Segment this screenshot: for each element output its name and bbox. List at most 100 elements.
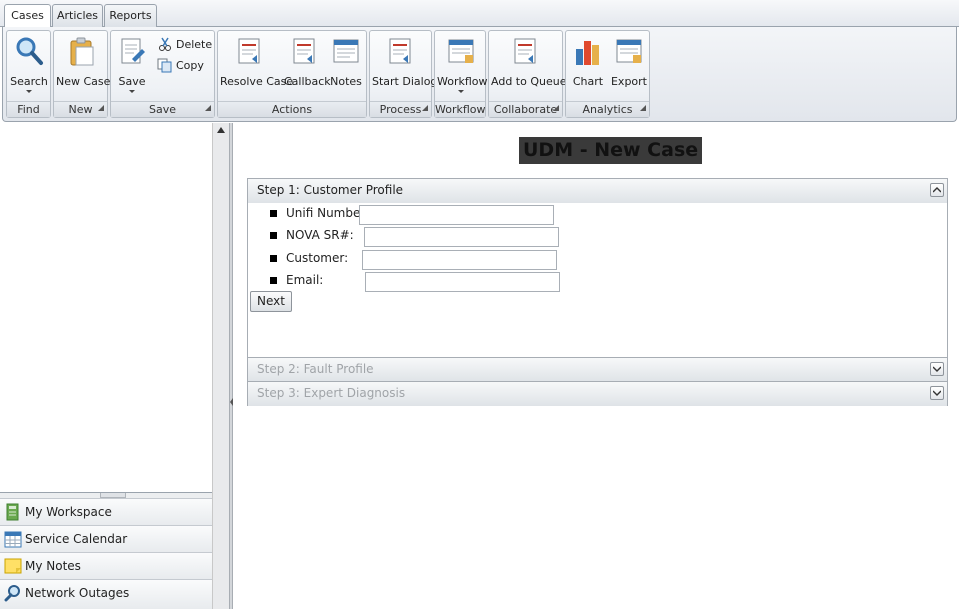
nav-scrollbar[interactable] (212, 123, 229, 609)
copy-button[interactable]: Copy (157, 57, 204, 75)
save-label: Save (118, 75, 146, 88)
chevron-up-icon (933, 187, 941, 193)
start-dialog-button[interactable]: Start Dialog (372, 33, 437, 99)
group-save-label: Save (148, 103, 176, 116)
section-customer-profile: Step 1: Customer Profile Unifi Number: N… (247, 178, 948, 358)
section-header-customer-profile[interactable]: Step 1: Customer Profile (248, 179, 947, 203)
workspace-icon (6, 503, 19, 521)
group-collaborate-footer: Collaborate (489, 101, 562, 117)
notes-icon (333, 39, 359, 63)
main-content: UDM - New Case Step 1: Customer Profile … (233, 123, 959, 609)
nav-item-my-notes[interactable]: My Notes (0, 552, 212, 579)
search-label: Search (10, 75, 48, 88)
chevron-down-icon (26, 90, 32, 93)
tab-reports[interactable]: Reports (104, 4, 157, 27)
tab-articles[interactable]: Articles (52, 4, 103, 27)
export-icon (616, 39, 642, 63)
tab-cases[interactable]: Cases (4, 4, 51, 28)
search-button[interactable]: Search (9, 33, 49, 99)
group-save: Save Delete Copy Save (110, 30, 215, 118)
group-collaborate: Add to Queue Collaborate (488, 30, 567, 118)
chart-label: Chart (572, 75, 604, 88)
copy-icon (157, 58, 172, 73)
email-input[interactable] (365, 272, 560, 292)
section-title: Step 3: Expert Diagnosis (257, 386, 406, 400)
add-to-queue-icon (514, 38, 536, 64)
group-analytics-label: Analytics (582, 103, 633, 116)
dialog-launcher-icon[interactable] (422, 105, 428, 111)
group-new-footer: New (54, 101, 107, 117)
workflow-label: Workflow (437, 75, 488, 88)
chevron-down-icon (458, 90, 464, 93)
resolve-case-button[interactable]: Resolve Case (220, 33, 294, 99)
dialog-launcher-icon[interactable] (640, 105, 646, 111)
network-outages-icon (4, 585, 20, 602)
nova-sr-input[interactable] (364, 227, 559, 247)
group-find-label: Find (7, 101, 50, 117)
expand-toggle[interactable] (930, 362, 944, 376)
group-analytics-footer: Analytics (566, 101, 649, 117)
nav-item-service-calendar[interactable]: Service Calendar (0, 525, 212, 552)
dialog-launcher-icon[interactable] (98, 105, 104, 111)
ribbon-tab-bar: Cases Articles Reports (0, 0, 959, 28)
collapse-toggle[interactable] (930, 183, 944, 197)
ribbon: Search Find New Case New Save Delete Cop… (2, 27, 957, 122)
section-header-expert-diagnosis[interactable]: Step 3: Expert Diagnosis (248, 382, 947, 406)
chevron-down-icon (933, 366, 941, 372)
next-button[interactable]: Next (250, 291, 292, 312)
nav-item-label: Network Outages (25, 586, 130, 600)
app-window: Cases Articles Reports Search Find New C… (0, 0, 959, 609)
scroll-up-arrow-icon[interactable] (217, 127, 225, 133)
delete-button[interactable]: Delete (157, 36, 212, 54)
customer-input[interactable] (362, 250, 557, 270)
export-label: Export (610, 75, 647, 88)
nav-item-label: My Notes (25, 559, 81, 573)
start-dialog-icon (389, 38, 411, 64)
group-process: Start Dialog Process (369, 30, 437, 118)
group-workflow-label: Workflow (435, 101, 486, 117)
notes-button[interactable]: Notes (328, 33, 364, 99)
group-actions: Resolve Case Callback Notes Actions (217, 30, 367, 118)
section-header-fault-profile[interactable]: Step 2: Fault Profile (248, 358, 947, 382)
nav-item-my-workspace[interactable]: My Workspace (0, 498, 212, 525)
group-collaborate-label: Collaborate (493, 103, 558, 116)
copy-label: Copy (176, 59, 204, 72)
section-title: Step 2: Fault Profile (257, 362, 374, 376)
chevron-down-icon (933, 390, 941, 396)
section-fault-profile: Step 2: Fault Profile (247, 357, 948, 382)
field-label: NOVA SR#: (286, 228, 354, 242)
export-button[interactable]: Export (609, 33, 649, 99)
callback-button[interactable]: Callback (284, 33, 331, 99)
group-new-label: New (68, 103, 93, 116)
new-case-icon (70, 37, 94, 66)
dialog-launcher-icon[interactable] (205, 105, 211, 111)
callback-icon (293, 38, 315, 64)
nav-item-network-outages[interactable]: Network Outages (0, 579, 212, 609)
new-case-button[interactable]: New Case (56, 33, 110, 99)
section-expert-diagnosis: Step 3: Expert Diagnosis (247, 381, 948, 406)
section-title: Step 1: Customer Profile (257, 183, 404, 197)
expand-toggle[interactable] (930, 386, 944, 400)
save-button[interactable]: Save (115, 33, 149, 99)
group-save-footer: Save (111, 101, 214, 117)
dialog-launcher-icon[interactable] (553, 105, 559, 111)
field-label: Email: (286, 273, 324, 287)
workflow-button[interactable]: Workflow (437, 33, 488, 99)
add-to-queue-button[interactable]: Add to Queue (491, 33, 567, 99)
chart-icon (576, 41, 599, 65)
delete-icon (159, 37, 171, 51)
field-label: Customer: (286, 251, 349, 265)
group-process-footer: Process (370, 101, 431, 117)
bullet-icon (270, 277, 277, 284)
resolve-case-label: Resolve Case (220, 75, 294, 88)
group-find: Search Find (6, 30, 51, 118)
add-to-queue-label: Add to Queue (491, 75, 567, 88)
calendar-icon (4, 531, 22, 548)
unifi-number-input[interactable] (359, 205, 554, 225)
workflow-icon (448, 39, 474, 63)
page-title: UDM - New Case (519, 137, 703, 164)
chart-button[interactable]: Chart (569, 33, 607, 99)
bullet-icon (270, 255, 277, 262)
callback-label: Callback (284, 75, 331, 88)
nav-item-label: My Workspace (25, 505, 112, 519)
